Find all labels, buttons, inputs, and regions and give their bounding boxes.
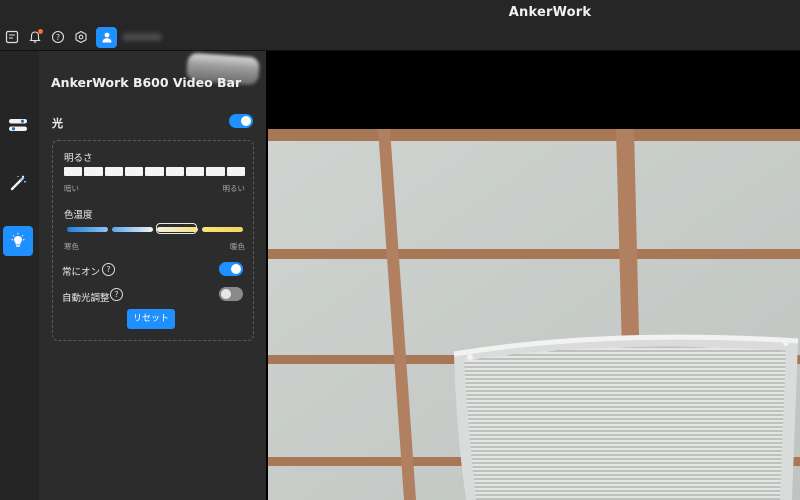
brightness-min-label: 暗い: [64, 184, 79, 193]
brightness-segment[interactable]: [165, 167, 184, 176]
app-title: AnkerWork: [508, 5, 592, 20]
bell-icon[interactable]: [24, 26, 46, 48]
auto-light-help-icon[interactable]: ?: [110, 288, 123, 301]
sliders-icon: [9, 119, 27, 131]
brightness-segment[interactable]: [84, 167, 103, 176]
always-on-help-icon[interactable]: ?: [102, 263, 115, 276]
feedback-icon[interactable]: [1, 26, 23, 48]
color-temperature-slider[interactable]: [67, 227, 243, 232]
brightness-segment[interactable]: [206, 167, 225, 176]
temperature-min-label: 寒色: [64, 242, 79, 251]
temperature-max-label: 暖色: [230, 242, 245, 251]
nav-effects[interactable]: [3, 168, 33, 198]
auto-light-label: 自動光調整: [62, 293, 110, 304]
temperature-selection-indicator: [156, 223, 197, 234]
camera-feed-image: [268, 129, 800, 500]
top-toolbar: ?: [0, 26, 162, 48]
always-on-toggle[interactable]: [219, 262, 243, 276]
settings-hex-icon[interactable]: [70, 26, 92, 48]
temperature-segment[interactable]: [67, 227, 108, 232]
light-toggle[interactable]: [229, 114, 253, 128]
brightness-segment[interactable]: [64, 167, 83, 176]
user-avatar-button[interactable]: [96, 26, 117, 48]
temperature-segment[interactable]: [202, 227, 243, 232]
notification-dot: [38, 29, 43, 34]
brightness-segment[interactable]: [226, 167, 245, 176]
device-panel: AnkerWork B600 Video Bar 光 明るさ 暗い 明るい 色温…: [39, 51, 266, 500]
always-on-label: 常にオン: [62, 267, 101, 278]
shoji-wall-chair-photo: [268, 129, 800, 500]
camera-preview: [266, 51, 800, 500]
auto-light-toggle[interactable]: [219, 287, 243, 301]
color-temperature-label: 色温度: [64, 210, 93, 221]
brightness-segment[interactable]: [145, 167, 164, 176]
light-section-label: 光: [52, 117, 63, 130]
brightness-segment[interactable]: [104, 167, 123, 176]
help-icon[interactable]: ?: [47, 26, 69, 48]
magic-wand-icon: [10, 175, 26, 191]
brightness-max-label: 明るい: [222, 184, 246, 193]
svg-text:?: ?: [56, 33, 60, 42]
app-window: AnkerWork ? AnkerWork B600 Video Bar 光 明…: [0, 0, 800, 500]
device-name: AnkerWork B600 Video Bar: [51, 75, 242, 90]
title-bar: AnkerWork ?: [0, 0, 800, 51]
reset-button[interactable]: リセット: [127, 309, 175, 329]
light-settings-box: 明るさ 暗い 明るい 色温度 寒色 暖色 常にオン ? 自動光調整 ? リセット: [52, 140, 254, 341]
brightness-segment[interactable]: [185, 167, 205, 176]
nav-controls[interactable]: [3, 110, 33, 140]
lightbulb-icon: [11, 232, 25, 247]
username-redacted: [122, 33, 162, 41]
brightness-segment[interactable]: [124, 167, 144, 176]
brightness-slider[interactable]: [64, 167, 245, 176]
side-nav: [0, 51, 38, 500]
brightness-label: 明るさ: [64, 153, 93, 164]
nav-light[interactable]: [3, 226, 33, 256]
user-icon: [102, 32, 111, 43]
temperature-segment[interactable]: [112, 227, 153, 232]
